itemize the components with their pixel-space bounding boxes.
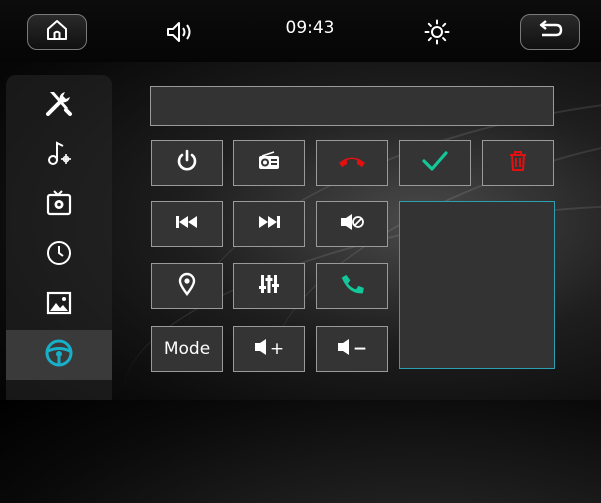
answer-call-key[interactable] (316, 263, 388, 309)
clock-icon (45, 239, 73, 271)
skip-next-icon (256, 214, 282, 235)
clock-time: 09:43 (285, 18, 335, 38)
radio-key[interactable] (233, 140, 305, 186)
sidebar-item-time[interactable] (6, 230, 112, 280)
top-status-bar: 09:43 (0, 0, 601, 62)
radio-icon (256, 150, 282, 177)
equalizer-icon (258, 273, 280, 300)
previous-track-key[interactable] (151, 201, 223, 247)
home-button[interactable] (27, 14, 87, 50)
learning-display-bar (150, 86, 554, 126)
mute-key[interactable] (316, 201, 388, 247)
home-icon (45, 18, 69, 46)
mute-icon (339, 212, 365, 237)
speaker-icon (254, 338, 268, 361)
volume-up-key[interactable]: + (233, 326, 305, 372)
sidebar-item-display-settings[interactable] (6, 180, 112, 230)
confirm-key[interactable] (399, 140, 471, 186)
steering-wheel-icon (43, 337, 75, 373)
phone-answer-icon (339, 272, 365, 301)
volume-down-label: − (352, 339, 368, 359)
equalizer-key[interactable] (233, 263, 305, 309)
trash-icon (508, 150, 528, 177)
navigation-key[interactable] (151, 263, 223, 309)
key-info-panel (399, 201, 555, 369)
skip-previous-icon (174, 214, 200, 235)
back-button[interactable] (520, 14, 580, 50)
tools-icon (44, 88, 74, 122)
settings-sidebar (6, 75, 112, 400)
mode-key[interactable]: Mode (151, 326, 223, 372)
hang-up-key[interactable] (316, 140, 388, 186)
back-icon (536, 19, 564, 45)
phone-hangup-icon (337, 153, 367, 174)
sidebar-item-wallpaper[interactable] (6, 280, 112, 330)
sidebar-item-tools[interactable] (6, 80, 112, 130)
delete-key[interactable] (482, 140, 554, 186)
power-key[interactable] (151, 140, 223, 186)
power-icon (176, 149, 198, 178)
picture-icon (45, 289, 73, 321)
sidebar-item-steering-wheel[interactable] (6, 330, 112, 380)
mode-label: Mode (163, 339, 211, 359)
volume-icon[interactable] (163, 18, 199, 46)
sidebar-item-sound-settings[interactable] (6, 130, 112, 180)
brightness-icon[interactable] (422, 18, 452, 46)
music-settings-icon (44, 138, 74, 172)
volume-up-label: + (269, 339, 285, 359)
speaker-icon (337, 338, 351, 361)
location-pin-icon (178, 272, 196, 301)
tv-settings-icon (44, 188, 74, 222)
volume-down-key[interactable]: − (316, 326, 388, 372)
checkmark-icon (421, 149, 449, 178)
next-track-key[interactable] (233, 201, 305, 247)
